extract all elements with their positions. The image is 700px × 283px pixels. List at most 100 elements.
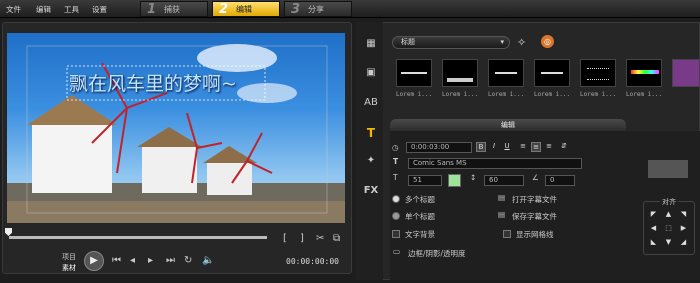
next-frame-icon[interactable]: ▸: [148, 255, 153, 266]
video-preview[interactable]: 飘在风车里的梦啊~: [7, 33, 345, 223]
top-menu-bar: 文件 编辑 工具 设置 1 捕获 2 编辑 3 分享: [0, 0, 700, 18]
menu-edit[interactable]: 编辑: [36, 4, 51, 15]
text-bg-checkbox[interactable]: [392, 230, 400, 238]
menu-settings[interactable]: 设置: [92, 4, 107, 15]
underline-button[interactable]: U: [502, 142, 512, 152]
font-size-select[interactable]: 51: [408, 175, 442, 186]
thumb-preview: [447, 78, 473, 82]
line-spacing-icon: ↕: [470, 173, 477, 182]
transition-icon[interactable]: AB: [362, 97, 380, 111]
add-favorite-icon[interactable]: ✧: [517, 36, 526, 49]
chevron-down-icon: ▾: [500, 38, 504, 46]
save-file-label[interactable]: 保存字幕文件: [512, 211, 557, 222]
title-thumb-1[interactable]: [396, 59, 432, 87]
bg-color-picker[interactable]: [648, 160, 688, 178]
step-number: 2: [219, 1, 229, 17]
home-icon[interactable]: ⏮: [112, 255, 121, 266]
volume-icon[interactable]: 🔈: [202, 255, 214, 266]
mode-clip[interactable]: 素材: [62, 263, 76, 273]
play-button[interactable]: ▶: [84, 251, 104, 271]
preview-scrubber[interactable]: [9, 236, 267, 239]
fx-icon[interactable]: FX: [362, 185, 380, 199]
align-left-button[interactable]: ≡: [518, 142, 528, 152]
title-icon[interactable]: T: [362, 126, 380, 140]
split-icon[interactable]: ✂: [316, 233, 324, 244]
align-top-left-icon[interactable]: ◤: [649, 210, 658, 219]
thumb-label: Lorem i...: [488, 91, 525, 98]
instant-project-icon[interactable]: ▣: [362, 67, 380, 81]
align-center-button[interactable]: ≡: [531, 142, 541, 152]
text-bg-label: 文字背景: [405, 230, 435, 239]
vertical-text-icon[interactable]: ⇵: [559, 142, 569, 152]
angle-field[interactable]: 0: [545, 175, 575, 186]
single-title-radio[interactable]: [392, 212, 400, 220]
clock-icon: ◷: [392, 143, 399, 152]
align-right-icon[interactable]: ▶: [679, 224, 688, 233]
multi-title-label: 多个标题: [405, 195, 435, 204]
show-grid-checkbox[interactable]: [503, 230, 511, 238]
bold-button[interactable]: B: [476, 142, 486, 152]
border-icon[interactable]: ▭: [393, 247, 400, 256]
duration-field[interactable]: 0:00:03:00: [406, 142, 472, 153]
thumb-preview: [631, 70, 659, 74]
workflow-steps: 1 捕获 2 编辑 3 分享: [140, 1, 352, 17]
thumb-preview: [587, 68, 609, 80]
save-file-icon[interactable]: ▤: [498, 210, 505, 219]
thumb-preview: [495, 72, 517, 74]
thumb-label: Lorem i...: [626, 91, 663, 98]
prev-frame-icon[interactable]: ◂: [130, 255, 135, 266]
title-overlay-text[interactable]: 飘在风车里的梦啊~: [69, 69, 237, 96]
align-left-icon[interactable]: ◀: [649, 224, 658, 233]
step-number: 1: [147, 1, 157, 17]
font-size-icon: T: [393, 173, 398, 182]
title-thumb-7[interactable]: [672, 59, 700, 87]
repeat-icon[interactable]: ↻: [184, 255, 192, 266]
step-number: 3: [291, 1, 301, 17]
menu-file[interactable]: 文件: [6, 4, 21, 15]
media-icon[interactable]: ▦: [362, 38, 380, 52]
font-select[interactable]: Comic Sans MS: [408, 158, 582, 169]
step-share[interactable]: 3 分享: [284, 1, 352, 17]
title-thumb-4[interactable]: [534, 59, 570, 87]
show-grid-label: 显示网格线: [516, 230, 554, 239]
thumb-label: Lorem i...: [396, 91, 433, 98]
title-thumb-3[interactable]: [488, 59, 524, 87]
text-color-swatch[interactable]: [448, 174, 461, 187]
align-bottom-icon[interactable]: ▼: [664, 238, 673, 247]
border-shadow-label[interactable]: 边框/阴影/透明度: [408, 248, 466, 259]
align-right-button[interactable]: ≡: [544, 142, 554, 152]
graphics-icon[interactable]: ✦: [362, 155, 380, 169]
mode-project[interactable]: 项目: [62, 252, 76, 262]
open-file-label[interactable]: 打开字幕文件: [512, 194, 557, 205]
title-thumb-5[interactable]: [580, 59, 616, 87]
end-icon[interactable]: ⏭: [166, 255, 175, 266]
title-thumb-6[interactable]: [626, 59, 662, 87]
menu-tools[interactable]: 工具: [64, 4, 79, 15]
trim-out-icon[interactable]: ]: [300, 233, 304, 244]
thumb-preview: [541, 72, 563, 74]
align-bottom-left-icon[interactable]: ◣: [649, 238, 658, 247]
italic-button[interactable]: I: [489, 142, 499, 152]
align-top-icon[interactable]: ▲: [664, 210, 673, 219]
thumb-label: Lorem i...: [442, 91, 479, 98]
dropdown-label: 标题: [401, 38, 415, 46]
step-edit[interactable]: 2 编辑: [212, 1, 280, 17]
thumb-preview: [401, 72, 427, 74]
open-file-icon[interactable]: ▤: [498, 193, 505, 202]
timecode-display[interactable]: 00:00:00:00: [286, 257, 339, 266]
multi-title-radio[interactable]: [392, 195, 400, 203]
title-thumb-2[interactable]: [442, 59, 478, 87]
gallery-dropdown[interactable]: 标题 ▾: [392, 36, 510, 49]
enlarge-icon[interactable]: ⧉: [333, 233, 340, 244]
tab-edit[interactable]: 编辑: [390, 119, 626, 131]
windmill-scene: [7, 44, 345, 223]
line-spacing-select[interactable]: 60: [484, 175, 524, 186]
align-center-icon[interactable]: ⬚: [664, 224, 673, 233]
library-sidebar: [356, 22, 383, 280]
step-capture[interactable]: 1 捕获: [140, 1, 208, 17]
options-icon[interactable]: ◎: [541, 35, 554, 48]
align-top-right-icon[interactable]: ◥: [679, 210, 688, 219]
thumb-label: Lorem i...: [580, 91, 617, 98]
trim-in-icon[interactable]: [: [283, 233, 287, 244]
align-bottom-right-icon[interactable]: ◢: [679, 238, 688, 247]
